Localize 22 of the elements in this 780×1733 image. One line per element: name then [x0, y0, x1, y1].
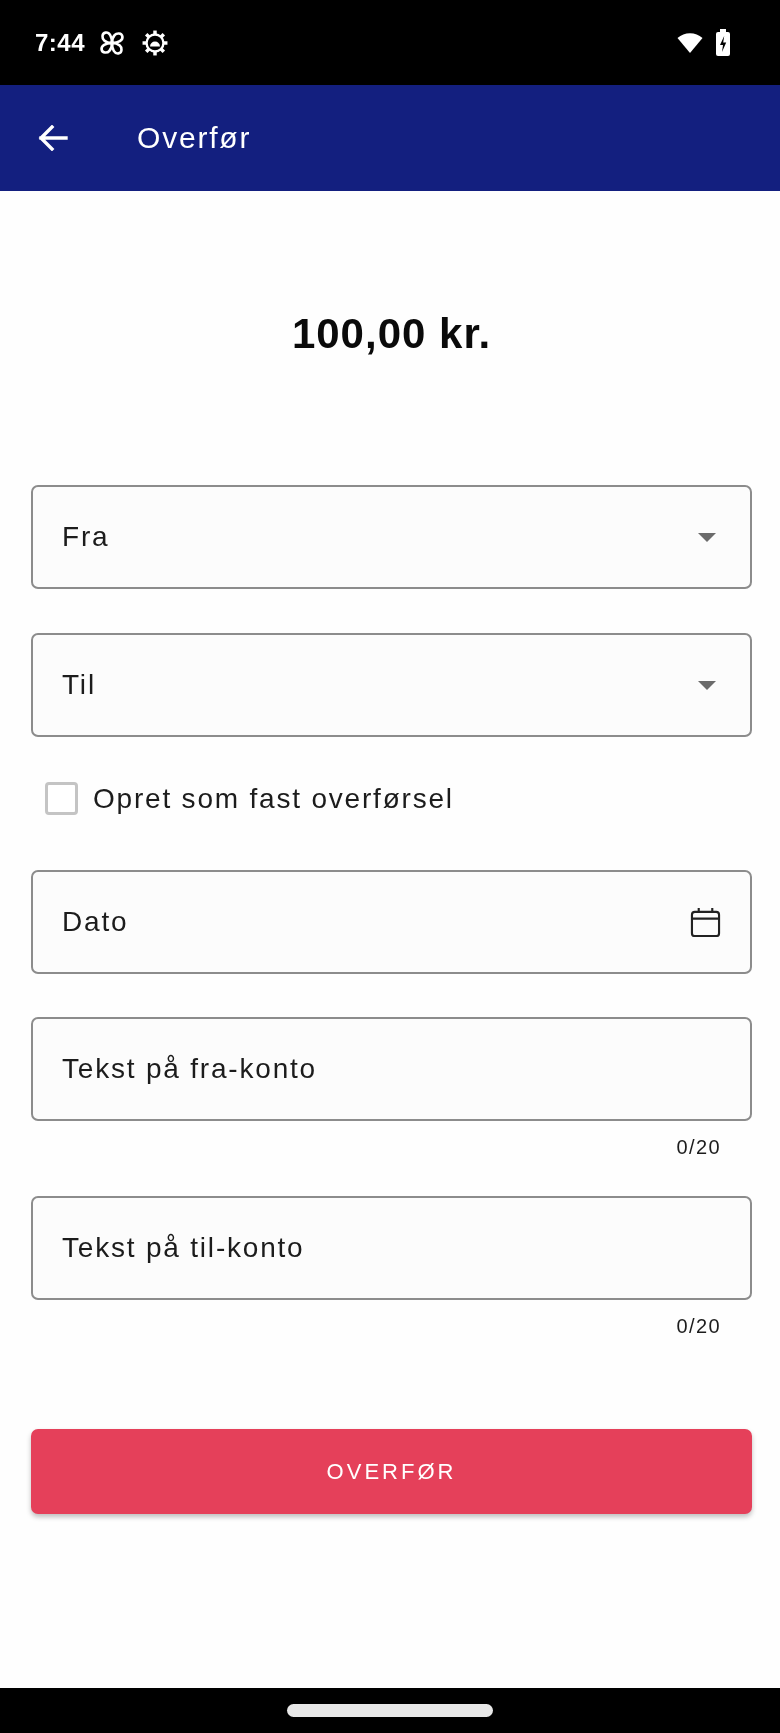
pinwheel-icon [99, 29, 126, 56]
text-field[interactable]: Tekst på fra-konto [31, 1017, 752, 1121]
transfer-button[interactable]: OVERFØR [31, 1429, 752, 1514]
character-counter: 0/20 [676, 1314, 721, 1338]
date-field[interactable]: Dato [31, 870, 752, 974]
screen-title: Overfør [137, 121, 252, 155]
gear-icon [142, 29, 169, 56]
back-arrow-icon[interactable] [38, 125, 68, 151]
amount-text: 100,00 kr. [291, 310, 492, 358]
wifi-icon [677, 32, 703, 53]
clock-time: 7:44 [35, 28, 86, 57]
caret-icon [698, 680, 716, 690]
calendar-icon[interactable] [690, 907, 721, 937]
home-handle[interactable] [287, 1704, 493, 1717]
character-counter: 0/20 [676, 1135, 721, 1159]
battery-icon [716, 29, 730, 56]
checkbox-label: Opret som fast overførsel [93, 782, 454, 815]
checkbox[interactable] [45, 782, 78, 815]
text-field[interactable]: Tekst på til-konto [31, 1196, 752, 1300]
dropdown-field[interactable]: Til [31, 633, 752, 737]
dropdown-field[interactable]: Fra [31, 485, 752, 589]
caret-icon [698, 532, 716, 542]
